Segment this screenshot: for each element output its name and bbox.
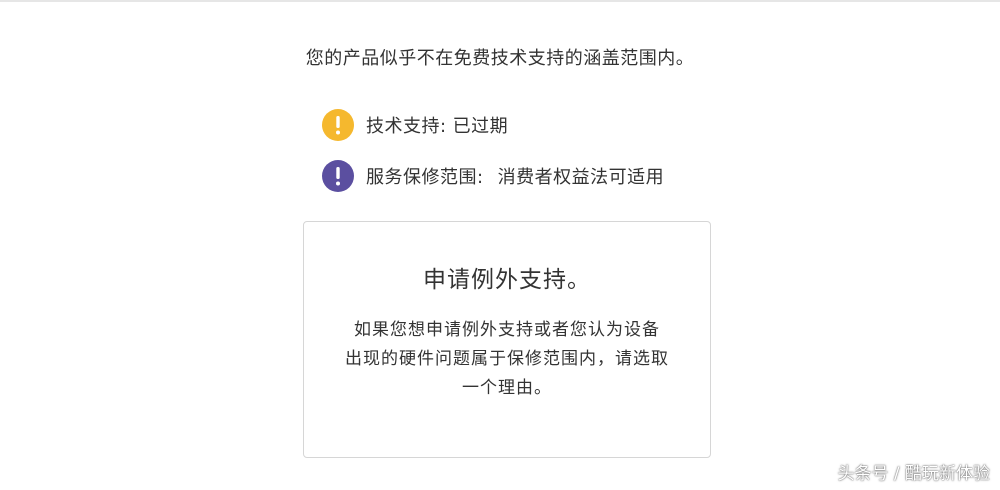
status-row-tech-support: 技术支持: 已过期 [322,108,508,142]
card-title: 申请例外支持。 [423,267,591,293]
watermark: 头条号 / 酷玩新体验 [837,464,990,484]
info-alert-icon [322,160,354,192]
coverage-headline: 您的产品似乎不在免费技术支持的涵盖范围内。 [305,48,695,69]
card-description-line: 出现的硬件问题属于保修范围内，请选取 [345,349,669,369]
card-description: 如果您想申请例外支持或者您认为设备 出现的硬件问题属于保修范围内，请选取 一个理… [324,316,690,403]
warranty-value: 消费者权益法可适用 [497,167,665,188]
tech-support-value: 已过期 [452,116,509,137]
warranty-label: 服务保修范围: [366,167,484,188]
page: 您的产品似乎不在免费技术支持的涵盖范围内。 技术支持: 已过期 服务保修范围: … [0,0,1000,490]
tech-support-label: 技术支持: [366,116,447,137]
warning-icon [322,109,354,141]
request-exception-card[interactable]: 申请例外支持。 如果您想申请例外支持或者您认为设备 出现的硬件问题属于保修范围内… [303,221,711,458]
status-row-warranty: 服务保修范围: 消费者权益法可适用 [322,159,664,193]
top-divider [0,0,1000,2]
card-description-line: 一个理由。 [462,378,552,398]
card-description-line: 如果您想申请例外支持或者您认为设备 [354,320,660,340]
